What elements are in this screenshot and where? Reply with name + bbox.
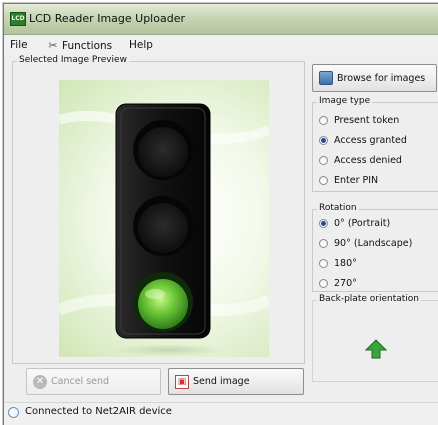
cancel-icon: ✕ <box>33 374 47 389</box>
rotation-legend: Rotation <box>317 203 359 213</box>
image-preview-legend: Selected Image Preview <box>17 55 129 65</box>
radio-button[interactable] <box>319 116 328 125</box>
radio-label: Access denied <box>334 155 402 166</box>
image-preview-group: Selected Image Preview <box>12 55 305 364</box>
radio-label: Enter PIN <box>334 175 379 186</box>
radio-access-granted[interactable]: Access granted <box>319 135 407 146</box>
radio-button[interactable] <box>319 239 328 248</box>
send-icon: ▣ <box>175 374 189 389</box>
send-image-label: Send image <box>193 376 250 387</box>
amber-light-off <box>138 203 188 253</box>
radio-present-token[interactable]: Present token <box>319 115 399 126</box>
radio-rotation-90[interactable]: 90° (Landscape) <box>319 238 412 249</box>
radio-button[interactable] <box>319 279 328 288</box>
radio-button[interactable] <box>319 176 328 185</box>
radio-label: 90° (Landscape) <box>334 238 413 249</box>
image-type-group: Image type Present token Access granted … <box>312 96 438 192</box>
image-preview <box>59 80 269 357</box>
menu-bar: File ✂ Functions Help <box>4 35 438 55</box>
radio-rotation-180[interactable]: 180° <box>319 258 357 269</box>
radio-rotation-270[interactable]: 270° <box>319 278 357 289</box>
cancel-send-label: Cancel send <box>51 376 110 387</box>
green-light-on <box>138 279 188 329</box>
rotation-group: Rotation 0° (Portrait) 90° (Landscape) 1… <box>312 203 438 292</box>
image-type-legend: Image type <box>317 96 373 106</box>
radio-access-denied[interactable]: Access denied <box>319 155 402 166</box>
folder-icon <box>319 71 333 85</box>
window-title: LCD Reader Image Uploader <box>29 12 185 25</box>
radio-rotation-0[interactable]: 0° (Portrait) <box>319 218 390 229</box>
menu-help[interactable]: Help <box>129 39 153 51</box>
radio-label: Access granted <box>334 135 407 146</box>
backplate-orientation-legend: Back-plate orientation <box>317 294 421 304</box>
send-image-button[interactable]: ▣ Send image <box>168 368 304 395</box>
tools-icon: ✂ <box>48 39 58 52</box>
radio-button[interactable] <box>319 156 328 165</box>
connection-status-icon <box>8 407 19 418</box>
red-light-off <box>138 127 188 177</box>
radio-label: 0° (Portrait) <box>334 218 391 229</box>
radio-label: 180° <box>334 258 357 269</box>
radio-button-selected[interactable] <box>319 219 328 228</box>
radio-enter-pin[interactable]: Enter PIN <box>319 175 378 186</box>
browse-images-label: Browse for images <box>337 72 426 84</box>
browse-images-button[interactable]: Browse for images <box>312 64 437 92</box>
cancel-send-button[interactable]: ✕ Cancel send <box>26 368 161 395</box>
backplate-orientation-group: Back-plate orientation <box>312 294 438 382</box>
radio-label: Present token <box>334 115 400 126</box>
radio-label: 270° <box>334 278 357 289</box>
title-bar[interactable]: LCD LCD Reader Image Uploader <box>4 4 438 35</box>
menu-functions[interactable]: ✂ Functions <box>46 39 112 52</box>
radio-button-selected[interactable] <box>319 136 328 145</box>
up-arrow-icon <box>365 339 387 359</box>
menu-file[interactable]: File <box>10 39 28 51</box>
radio-button[interactable] <box>319 259 328 268</box>
app-icon: LCD <box>10 12 26 26</box>
traffic-light-image <box>59 103 269 356</box>
app-window: LCD LCD Reader Image Uploader File ✂ Func… <box>3 3 438 425</box>
status-bar: Connected to Net2AIR device <box>4 402 438 425</box>
menu-functions-label: Functions <box>62 40 113 52</box>
